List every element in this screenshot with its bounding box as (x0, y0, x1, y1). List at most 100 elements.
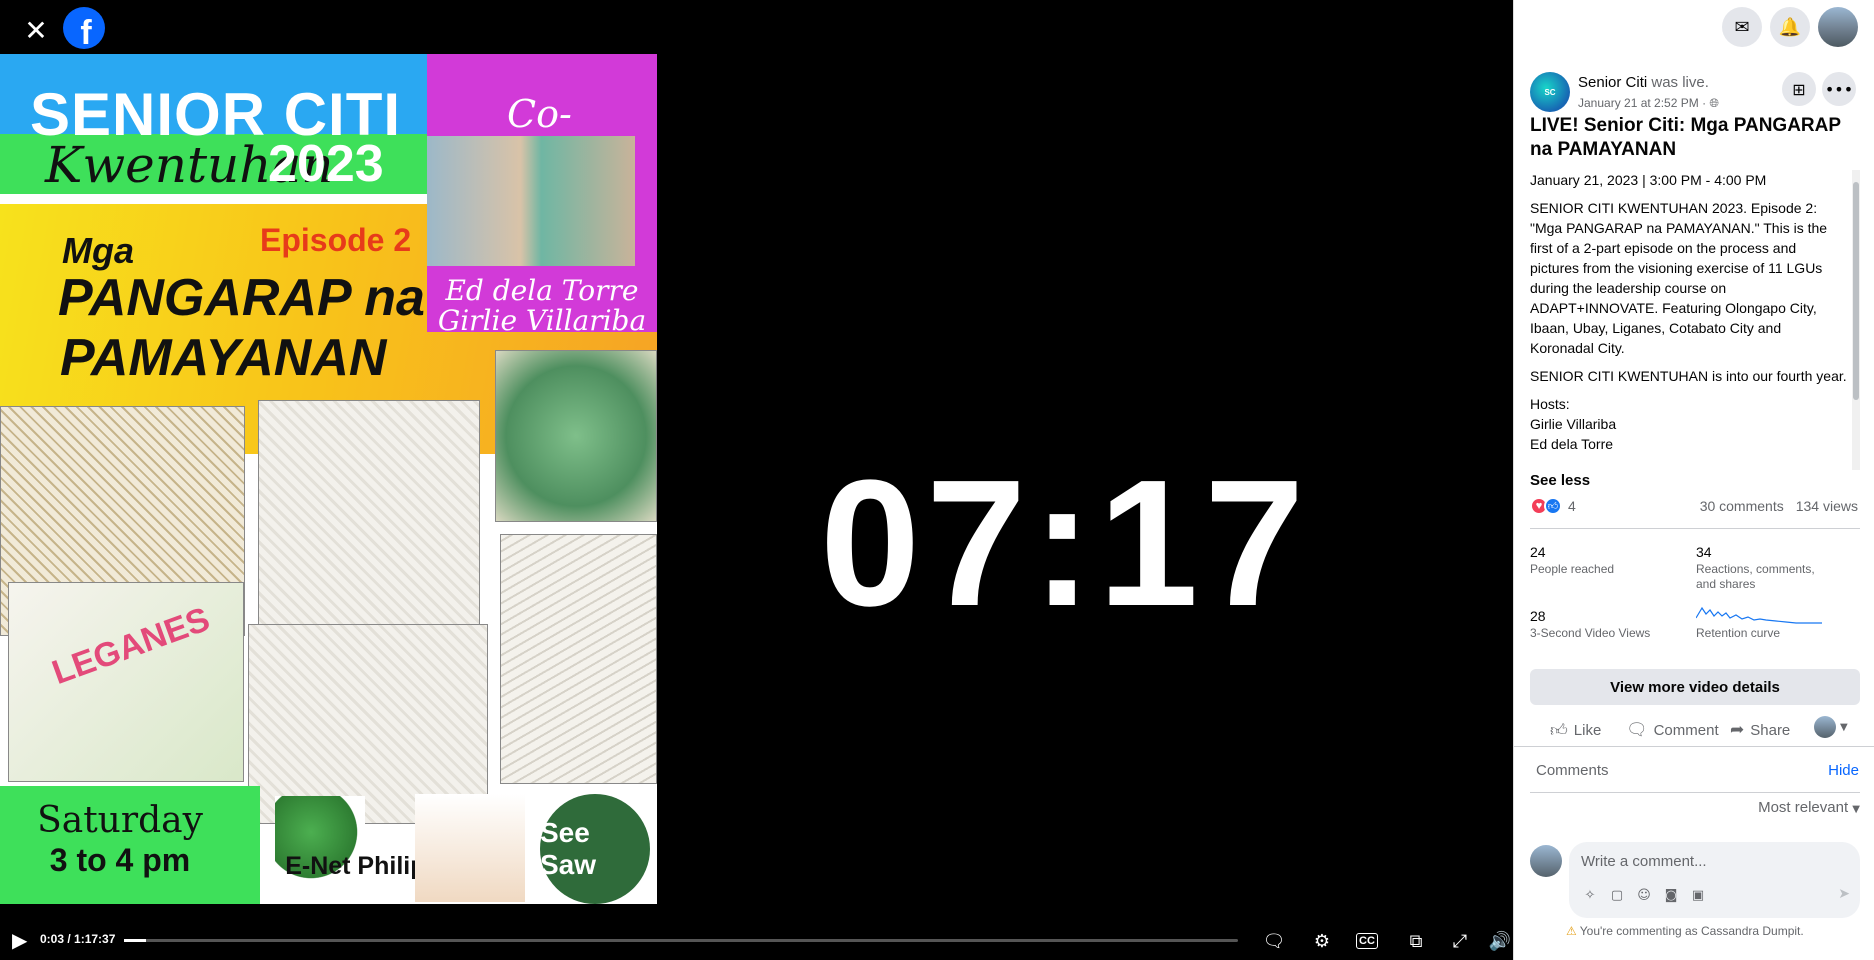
poster-leganes: LEGANES (47, 600, 215, 692)
poster-pamayanan: PAMAYANAN (60, 329, 387, 387)
poster-host2: Girlie Villariba (437, 304, 647, 337)
video-poster: SENIOR CITI Kwentuhan 2023 Co-Hosts Ed d… (0, 54, 657, 904)
reached-label: People reached (1530, 562, 1615, 576)
commenting-as-text: You're commenting as Cassandra Dumpit. (1579, 924, 1804, 938)
warning-icon: ⚠ (1566, 924, 1577, 938)
notifications-bell-icon[interactable]: 🔔 (1770, 7, 1810, 47)
drawing-city (258, 400, 480, 630)
picture-in-picture-icon[interactable]: ⧉ (1402, 928, 1430, 954)
like-label: Like (1573, 721, 1602, 739)
countdown-timer: 07:17 (820, 443, 1311, 644)
volume-icon[interactable]: 🔊 (1486, 928, 1514, 954)
see-less-link[interactable]: See less (1530, 472, 1590, 489)
avatar-sticker-icon[interactable]: ✧ (1581, 886, 1599, 904)
account-avatar[interactable] (1818, 7, 1858, 47)
close-icon[interactable]: ✕ (16, 10, 56, 50)
avatar (1814, 716, 1836, 738)
poster-schedule-panel: Saturday 3 to 4 pm (0, 786, 260, 904)
more-options-icon[interactable]: ••• (1822, 72, 1856, 106)
divider (1530, 792, 1860, 793)
hide-comments-link[interactable]: Hide (1828, 762, 1859, 779)
live-chat-icon[interactable]: 🗨 (1260, 928, 1288, 954)
comments-count[interactable]: 30 comments (1700, 498, 1784, 514)
description-line: Hosts: (1530, 396, 1570, 412)
comments-header: Comments Hide (1514, 746, 1874, 792)
video-views-label: 3-Second Video Views (1530, 626, 1651, 640)
poster-year: 2023 (268, 135, 384, 193)
comment-input[interactable] (1581, 850, 1846, 872)
covid-cartoon (415, 794, 525, 902)
fullscreen-icon[interactable]: ⤢ (1446, 928, 1474, 954)
poster-seesaw: See Saw (540, 794, 650, 904)
views-count: 134 views (1795, 498, 1858, 514)
share-label: Share (1750, 721, 1791, 739)
video-views-number: 28 (1530, 608, 1546, 624)
hosts-photo (427, 136, 635, 266)
drawing-leganes: LEGANES (8, 582, 244, 782)
share-button[interactable]: ➦ Share (1730, 712, 1790, 748)
was-live-text: was live. (1651, 74, 1709, 91)
poster-cohosts-panel: Co-Hosts Ed dela Torre Girlie Villariba (427, 54, 657, 337)
play-icon[interactable]: ▶ (12, 928, 32, 952)
save-video-icon[interactable]: ⊞ (1782, 72, 1816, 106)
video-time: 0:03 / 1:17:37 (40, 932, 116, 946)
like-button[interactable]: 👍︎ Like (1550, 712, 1601, 748)
like-icon: 👍︎ (1550, 720, 1568, 741)
comment-button[interactable]: 🗨 Comment (1626, 712, 1719, 748)
post-date[interactable]: January 21 at 2:52 PM · 🌐︎ (1578, 96, 1719, 111)
chevron-down-icon: ▼ (1840, 721, 1848, 733)
reactions-summary[interactable]: ♥ 👍︎ 4 (1530, 497, 1576, 515)
camera-icon[interactable]: ◙ (1662, 886, 1680, 904)
video-description: January 21, 2023 | 3:00 PM - 4:00 PM SEN… (1530, 170, 1848, 470)
messenger-icon[interactable]: ✉ (1722, 7, 1762, 47)
sticker-icon[interactable]: ▣ (1689, 886, 1707, 904)
captions-icon[interactable]: CC (1356, 933, 1378, 949)
commenter-avatar (1530, 845, 1562, 877)
poster-mga: Mga (62, 230, 134, 271)
emoji-icon[interactable]: ☺ (1635, 886, 1653, 904)
comment-composer[interactable]: ✧ ▢ ☺ ◙ ▣ ➤ (1569, 842, 1860, 918)
poster-host1: Ed dela Torre (445, 274, 639, 307)
engagement-counts: 30 comments 134 views (1688, 498, 1858, 514)
chevron-down-icon: ▼ (1852, 804, 1860, 815)
commenting-as-notice: ⚠ You're commenting as Cassandra Dumpit. (1566, 924, 1804, 938)
comment-icon: 🗨 (1626, 720, 1648, 740)
description-line: January 21, 2023 | 3:00 PM - 4:00 PM (1530, 172, 1767, 188)
retention-curve-chart (1696, 606, 1822, 624)
retention-line (1696, 606, 1822, 624)
poster-saturday: Saturday (37, 800, 203, 841)
scrollbar-thumb[interactable] (1853, 182, 1859, 400)
page-name-link[interactable]: Senior Citi (1578, 74, 1647, 91)
composer-icons: ✧ ▢ ☺ ◙ ▣ (1581, 886, 1707, 904)
gif-icon[interactable]: ▢ (1608, 886, 1626, 904)
comments-label: Comments (1536, 762, 1609, 779)
description-line: Girlie Villariba (1530, 416, 1617, 432)
video-viewer: ✕ f SENIOR CITI Kwentuhan 2023 Co-Hosts … (0, 0, 1513, 960)
progress-track[interactable] (124, 939, 1238, 942)
facebook-logo[interactable]: f (63, 7, 105, 49)
post-panel: ✉ 🔔 SC Senior Citi was live. January 21 … (1513, 0, 1874, 960)
description-line: SENIOR CITI KWENTUHAN is into our fourth… (1530, 368, 1847, 384)
send-icon[interactable]: ➤ (1838, 886, 1850, 902)
sort-label: Most relevant (1758, 799, 1849, 816)
video-controls: ▶ 0:03 / 1:17:37 🗨 ⚙ CC ⧉ ⤢ 🔊 (0, 920, 1513, 960)
reaction-count: 4 (1568, 498, 1576, 514)
comment-sort-dropdown[interactable]: Most relevant ▼ (1758, 799, 1860, 816)
reached-number: 24 (1530, 544, 1546, 560)
page-avatar[interactable]: SC (1530, 72, 1570, 112)
description-line: Ed dela Torre (1530, 436, 1614, 452)
react-as-selector[interactable]: ▼ (1814, 714, 1860, 740)
drawing-road (500, 534, 657, 784)
like-reaction-icon: 👍︎ (1544, 497, 1562, 515)
gear-icon[interactable]: ⚙ (1308, 928, 1336, 954)
poster-pangarap: PANGARAP na (58, 269, 425, 327)
progress-fill (124, 939, 147, 942)
poster-episode: Episode 2 (260, 222, 412, 258)
globe-icon: 🌐︎ (1709, 96, 1720, 110)
comment-label: Comment (1653, 721, 1719, 739)
post-date-text: January 21 at 2:52 PM · (1578, 96, 1710, 110)
divider (1530, 528, 1860, 529)
drawing-town (495, 350, 657, 522)
description-scrollbar[interactable] (1852, 170, 1860, 470)
view-more-details-button[interactable]: View more video details (1530, 669, 1860, 705)
